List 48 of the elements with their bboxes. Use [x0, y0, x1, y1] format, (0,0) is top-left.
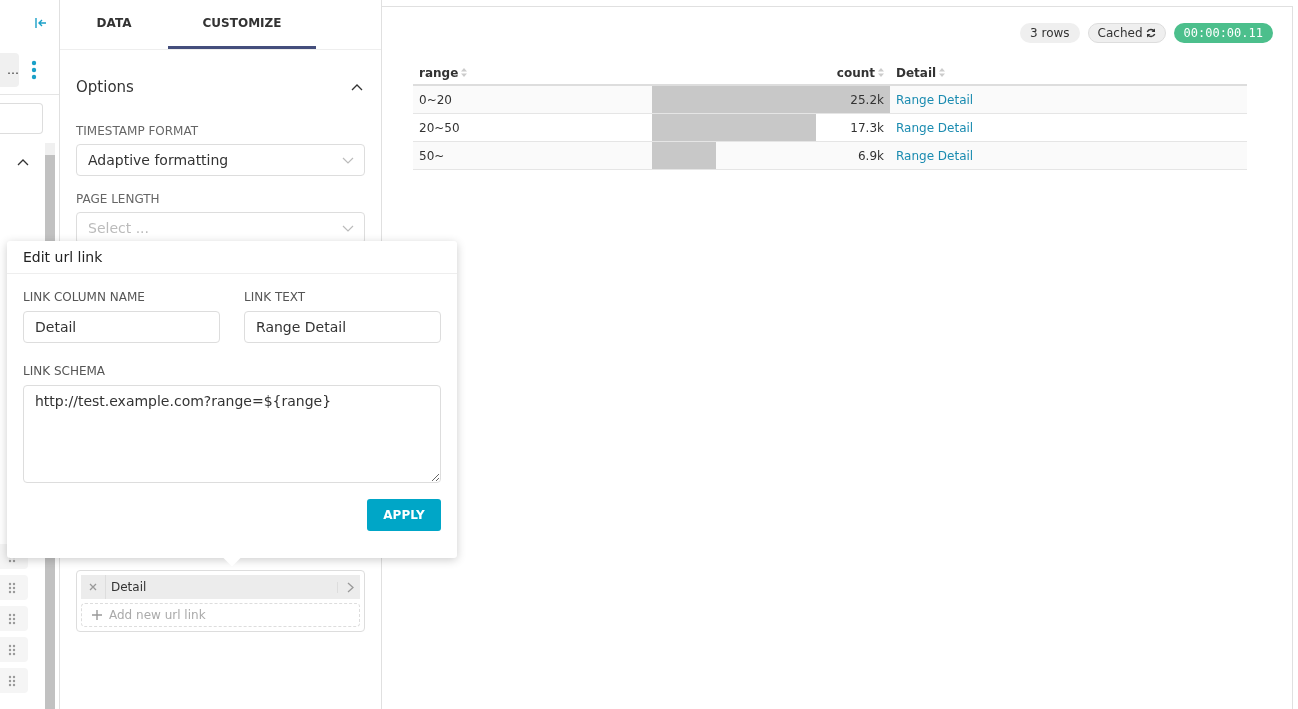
- plus-icon: [92, 610, 102, 620]
- tab[interactable]: DATA: [60, 0, 168, 49]
- drag-handle[interactable]: [0, 637, 28, 662]
- chevron-up-icon[interactable]: [17, 158, 29, 166]
- drag-handle-icon: [8, 674, 16, 687]
- table-cell: 0~20: [413, 85, 652, 114]
- collapse-icon[interactable]: [35, 17, 47, 29]
- field-label: LINK TEXT: [244, 290, 307, 304]
- table-cell: 20~50: [413, 113, 652, 142]
- drag-handle[interactable]: [0, 668, 28, 693]
- chevron-down-icon: [342, 224, 354, 232]
- input-field[interactable]: Detail: [23, 311, 220, 343]
- url-link-item[interactable]: Detail: [81, 575, 360, 599]
- sort-icon: [461, 68, 468, 77]
- chevron-up-icon[interactable]: [351, 83, 363, 91]
- field-label: PAGE LENGTH: [76, 192, 161, 206]
- detail-link[interactable]: Range Detail: [896, 120, 974, 135]
- cached-badge[interactable]: Cached: [1087, 23, 1166, 43]
- sort-icon: [939, 68, 946, 77]
- drag-handle-icon: [8, 581, 16, 594]
- text-area[interactable]: http://test.example.com?range=${range}: [23, 385, 441, 483]
- drag-handle[interactable]: [0, 575, 28, 600]
- menu-button[interactable]: …: [0, 53, 19, 87]
- duration-badge: 00:00:00.11: [1173, 23, 1273, 43]
- table-cell: 50~: [413, 141, 652, 170]
- table-cell-text: 6.9k: [857, 148, 885, 163]
- timestamp-format-select[interactable]: Adaptive formatting: [76, 144, 365, 176]
- field-label: TIMESTAMP FORMAT: [76, 124, 200, 138]
- tab[interactable]: CUSTOMIZE: [168, 0, 316, 49]
- drag-handle-icon: [8, 643, 16, 656]
- sort-icon: [878, 68, 884, 77]
- drag-handle-icon: [8, 612, 16, 625]
- search-field[interactable]: [0, 103, 43, 134]
- input-field[interactable]: Range Detail: [244, 311, 441, 343]
- section-title: Options: [76, 78, 134, 96]
- refresh-icon: [1145, 28, 1156, 38]
- detail-link[interactable]: Range Detail: [896, 92, 974, 107]
- chevron-down-icon: [342, 156, 354, 164]
- popover-title: Edit url link: [7, 241, 457, 274]
- kebab-icon[interactable]: [31, 60, 37, 80]
- field-label: LINK COLUMN NAME: [23, 290, 146, 304]
- detail-link[interactable]: Range Detail: [896, 148, 974, 163]
- row-count-badge: 3 rows: [1020, 23, 1080, 43]
- drag-handle[interactable]: [0, 606, 28, 631]
- table-cell-text: 17.3k: [850, 120, 885, 135]
- field-label: LINK SCHEMA: [23, 364, 107, 378]
- table-cell-text: 25.2k: [850, 92, 885, 107]
- close-icon[interactable]: [89, 583, 97, 591]
